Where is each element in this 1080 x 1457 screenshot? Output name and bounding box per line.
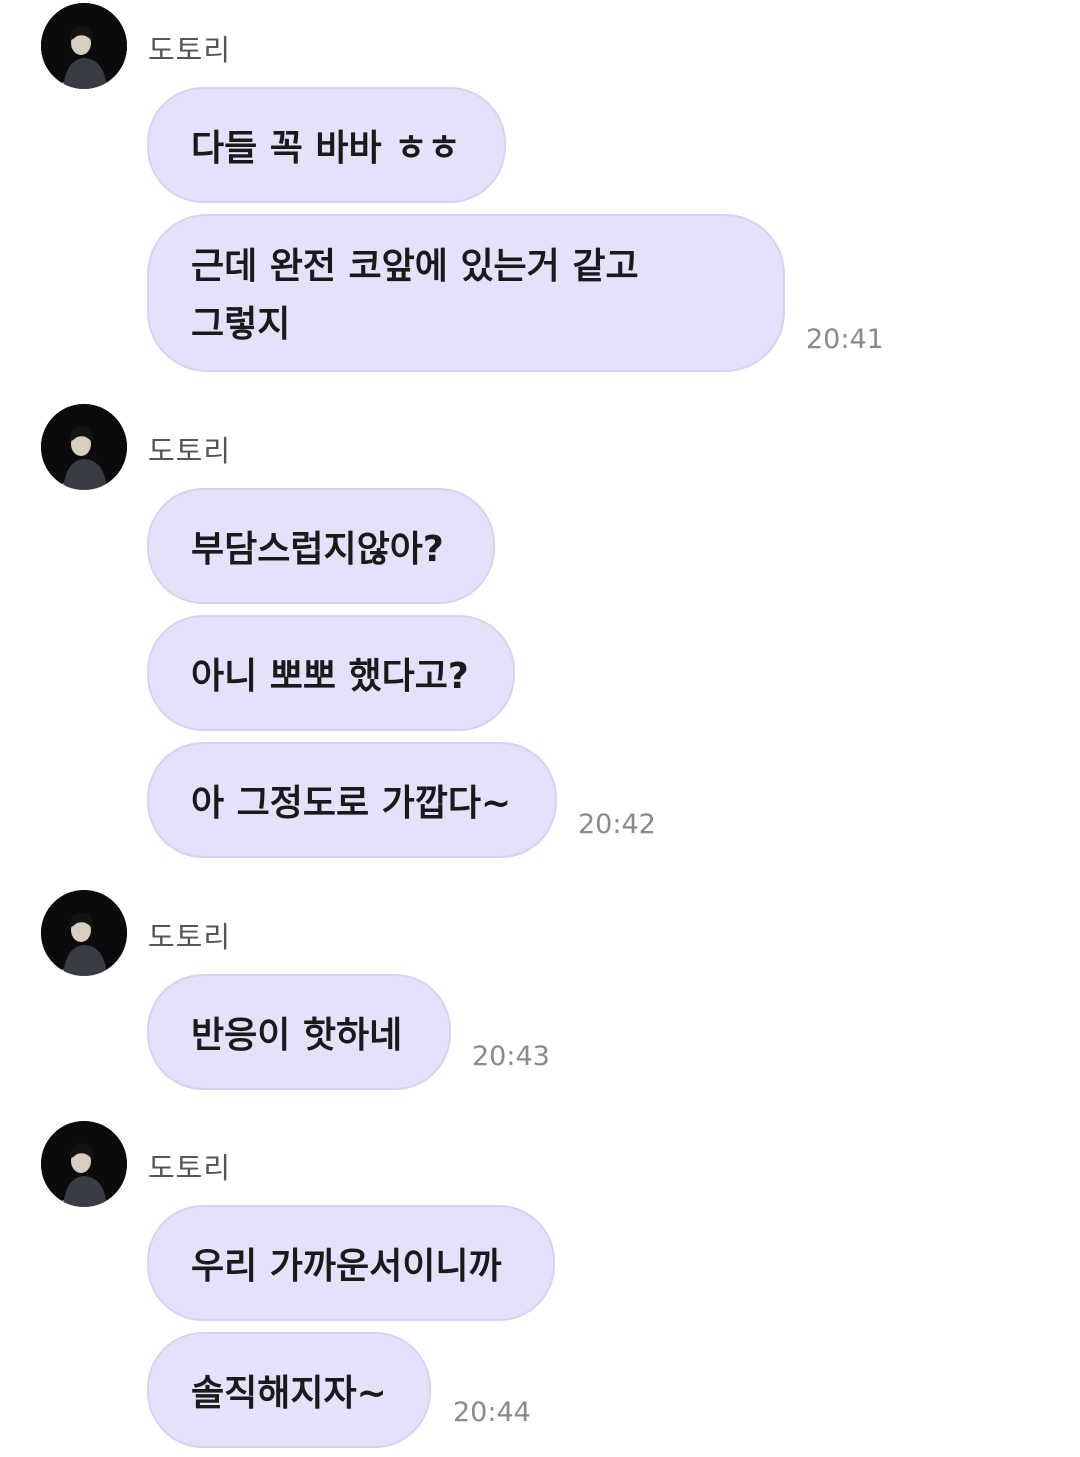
message-text: 아 그정도로 가깝다~ — [191, 783, 512, 824]
message-line: 그렇지 — [191, 304, 291, 345]
avatar-photo-icon — [41, 404, 127, 490]
avatar-photo-icon — [41, 3, 127, 89]
sender-name: 도토리 — [148, 434, 232, 468]
message-bubble[interactable]: 부담스럽지않아? — [147, 488, 495, 604]
message-bubble[interactable]: 아 그정도로 가깝다~ — [147, 742, 557, 858]
message-text: 반응이 핫하네 — [191, 1015, 403, 1056]
message-line: 근데 완전 코앞에 있는거 같고 — [191, 246, 639, 287]
avatar[interactable] — [41, 1121, 127, 1207]
message-text: 솔직해지자~ — [191, 1373, 387, 1414]
message-bubble[interactable]: 아니 뽀뽀 했다고? — [147, 615, 515, 731]
message-text: 우리 가까운서이니까 — [191, 1246, 502, 1287]
message-text: 아니 뽀뽀 했다고? — [191, 656, 469, 697]
message-bubble[interactable]: 반응이 핫하네 — [147, 974, 451, 1090]
message-bubble[interactable]: 우리 가까운서이니까 — [147, 1205, 555, 1321]
avatar-photo-icon — [41, 1121, 127, 1207]
timestamp: 20:43 — [472, 1041, 550, 1072]
message-bubble[interactable]: 근데 완전 코앞에 있는거 같고 그렇지 — [147, 214, 785, 372]
message-text: 다들 꼭 바바 ㅎㅎ — [191, 128, 461, 169]
avatar[interactable] — [41, 3, 127, 89]
timestamp: 20:44 — [453, 1397, 531, 1428]
sender-name: 도토리 — [148, 920, 232, 954]
avatar[interactable] — [41, 404, 127, 490]
sender-name: 도토리 — [148, 1151, 232, 1185]
avatar[interactable] — [41, 890, 127, 976]
message-text: 근데 완전 코앞에 있는거 같고 그렇지 — [191, 238, 639, 354]
message-bubble[interactable]: 솔직해지자~ — [147, 1332, 431, 1448]
message-bubble[interactable]: 다들 꼭 바바 ㅎㅎ — [147, 87, 506, 203]
timestamp: 20:41 — [806, 324, 884, 355]
sender-name: 도토리 — [148, 33, 232, 67]
timestamp: 20:42 — [578, 809, 656, 840]
message-text: 부담스럽지않아? — [191, 529, 444, 570]
avatar-photo-icon — [41, 890, 127, 976]
